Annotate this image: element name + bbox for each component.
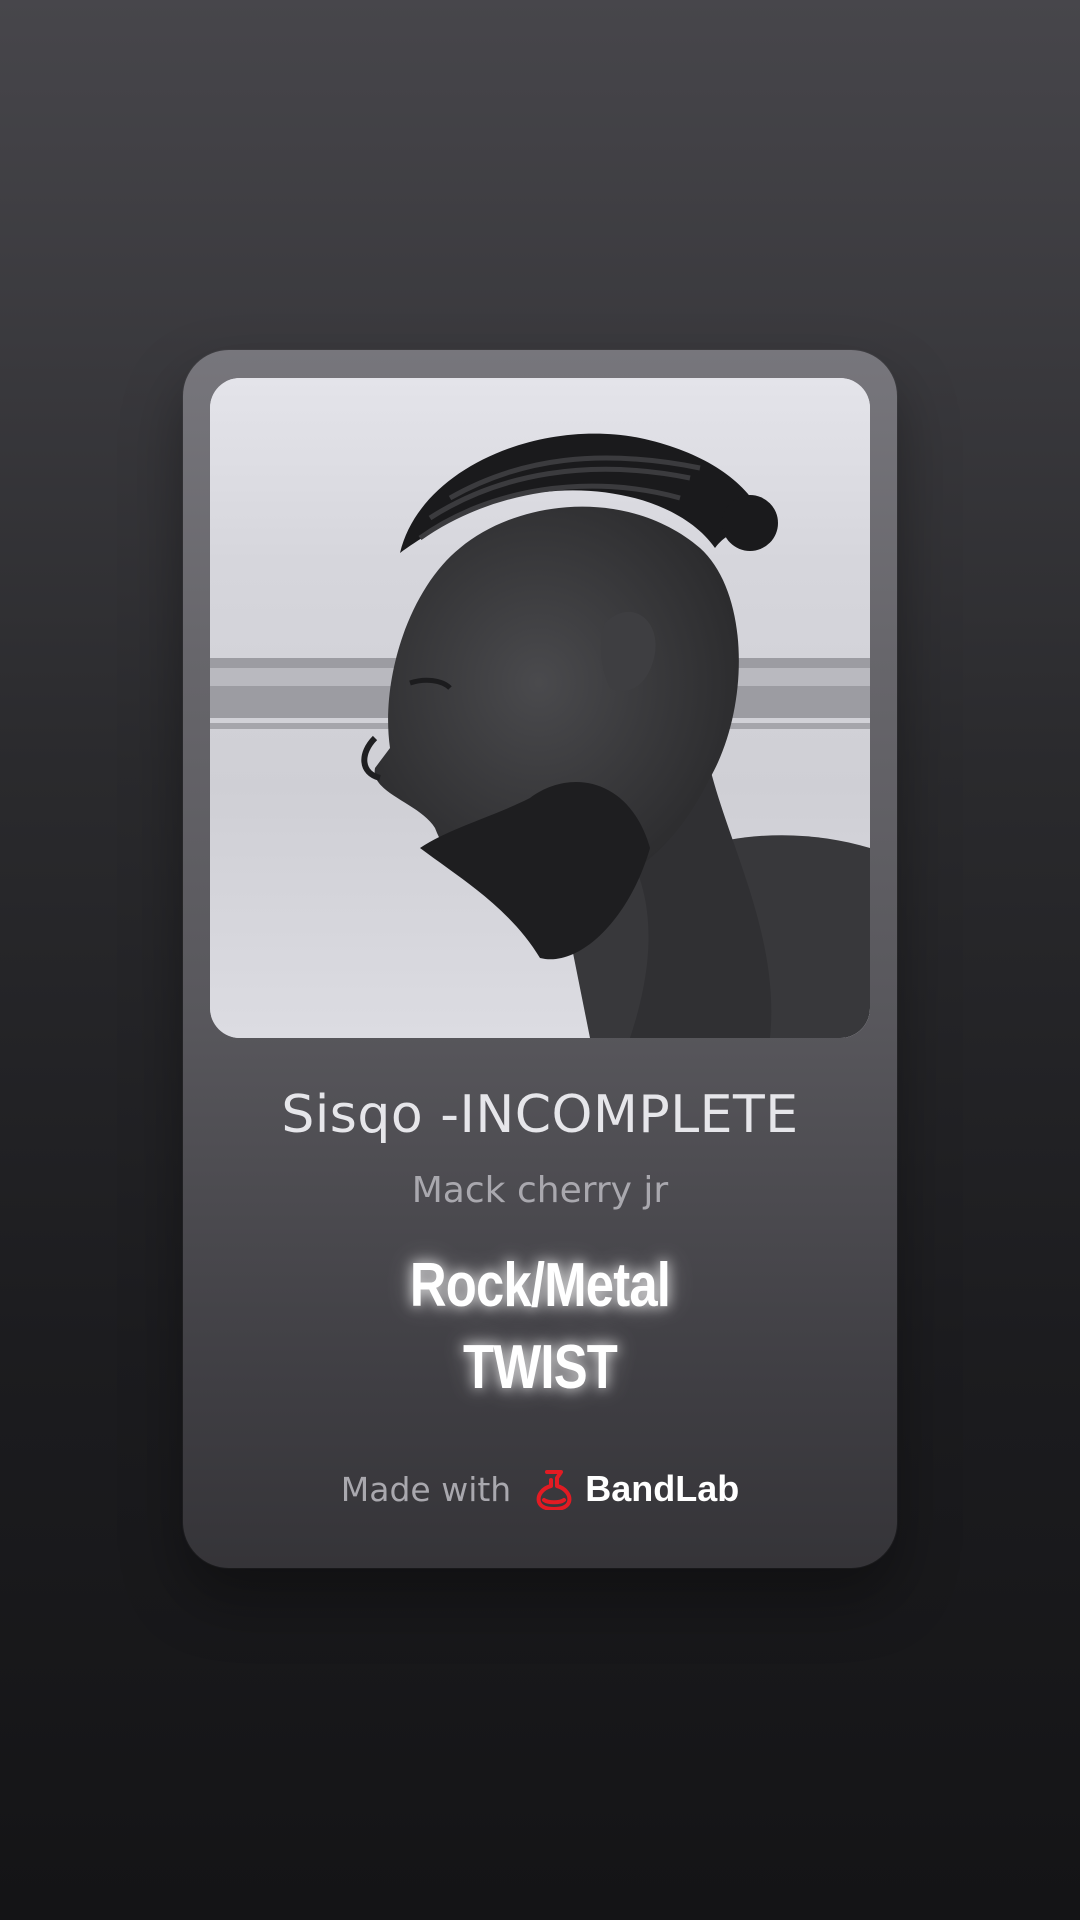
made-with-footer: Made with BandLab — [183, 1468, 897, 1510]
track-card: Sisqo -INCOMPLETE Mack cherry jr Rock/Me… — [183, 350, 897, 1568]
genre-label: Rock/Metal TWIST — [247, 1245, 832, 1409]
artist-photo — [210, 378, 870, 1038]
track-title: Sisqo -INCOMPLETE — [281, 1085, 799, 1145]
genre-line-1: Rock/Metal — [409, 1251, 671, 1320]
cover-art[interactable] — [210, 378, 870, 1038]
bandlab-wordmark: BandLab — [585, 1468, 740, 1509]
artist-name[interactable]: Mack cherry jr — [183, 1170, 897, 1211]
bandlab-logo[interactable]: BandLab — [533, 1468, 739, 1510]
bandlab-icon — [536, 1470, 572, 1510]
genre-line-2: TWIST — [462, 1333, 618, 1402]
made-with-text: Made with — [340, 1469, 512, 1509]
